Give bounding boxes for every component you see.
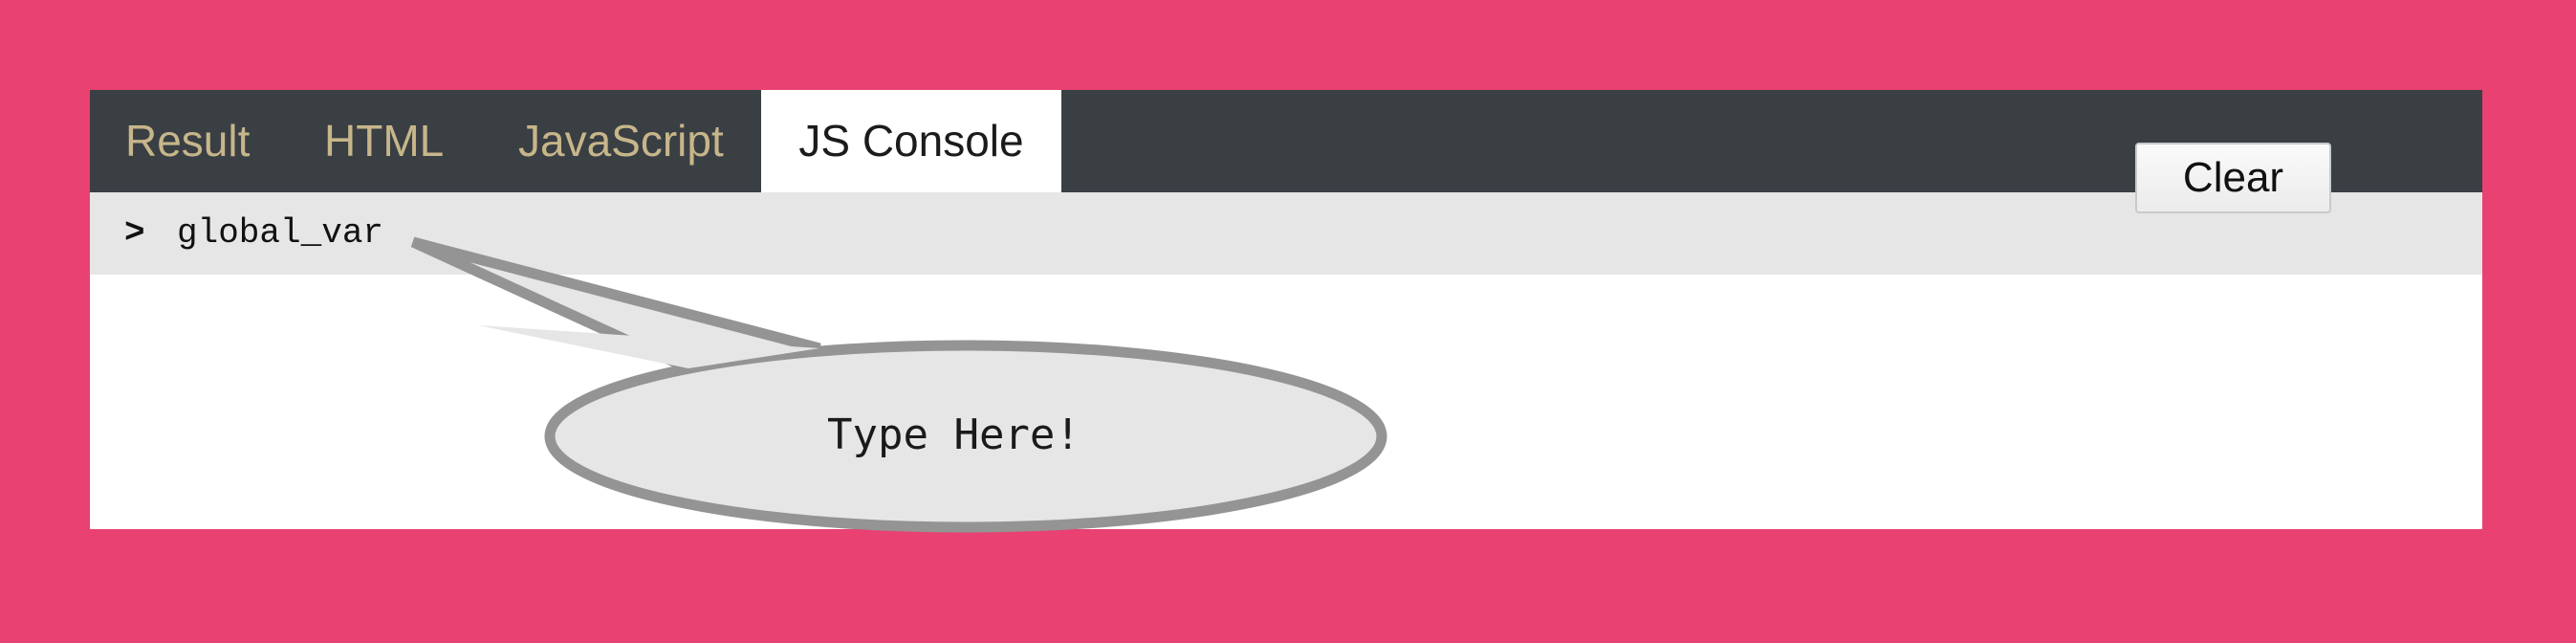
callout-text: Type Here!: [827, 410, 1081, 459]
tab-html[interactable]: HTML: [324, 90, 444, 192]
tab-javascript[interactable]: JavaScript: [518, 90, 724, 192]
tab-result[interactable]: Result: [125, 90, 250, 192]
tab-js-console[interactable]: JS Console: [761, 90, 1061, 192]
console-command-text[interactable]: global_var: [177, 192, 383, 275]
clear-button[interactable]: Clear: [2135, 143, 2331, 213]
tab-bar: Result HTML JavaScript JS Console: [90, 90, 2482, 192]
console-input-row[interactable]: > global_var: [90, 192, 2482, 275]
editor-panel: Result HTML JavaScript JS Console > glob…: [90, 90, 2482, 529]
console-prompt-glyph: >: [124, 213, 145, 253]
